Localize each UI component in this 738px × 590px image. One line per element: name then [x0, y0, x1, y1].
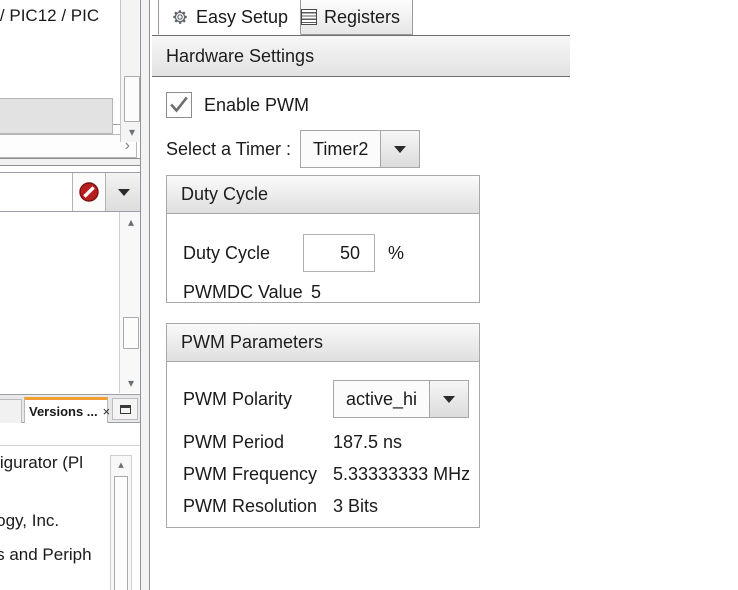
- resource-list-scrollbar[interactable]: ▴ ▾: [119, 212, 141, 393]
- triangle-down-icon: [443, 396, 455, 403]
- enable-pwm-label: Enable PWM: [204, 95, 309, 116]
- pwm-period-value: 187.5 ns: [333, 432, 402, 453]
- tab-versions[interactable]: Versions ... ×: [24, 397, 108, 423]
- device-pane-footer: ›: [0, 134, 137, 158]
- pwm-polarity-dropdown-button[interactable]: [429, 380, 469, 418]
- triangle-down-icon: [394, 146, 406, 153]
- no-entry-icon[interactable]: [73, 173, 106, 211]
- chevron-up-icon[interactable]: ▴: [120, 212, 142, 232]
- toolbar-dropdown-button[interactable]: [106, 173, 142, 211]
- minimize-icon[interactable]: [112, 398, 138, 420]
- pwm-frequency-label: PWM Frequency: [183, 464, 333, 485]
- output-line: Configurator (Pl: [0, 453, 83, 473]
- app-screenshot: C10 / PIC12 / PIC › ▾ ▴: [0, 0, 738, 590]
- timer-value[interactable]: Timer2: [300, 130, 380, 168]
- pwm-resolution-row: PWM Resolution 3 Bits: [183, 496, 378, 517]
- chevron-down-icon[interactable]: ▾: [120, 373, 142, 393]
- output-scrollbar[interactable]: ▴: [110, 455, 132, 590]
- pwmdc-value-row: PWMDC Value 5: [183, 282, 321, 303]
- left-pane: C10 / PIC12 / PIC › ▾ ▴: [0, 0, 150, 590]
- tab-easy-setup[interactable]: Easy Setup: [158, 0, 301, 35]
- tab-registers[interactable]: Registers: [288, 0, 413, 35]
- pwm-parameters-group: PWM Parameters PWM Polarity active_hi PW…: [166, 323, 480, 528]
- timer-combobox[interactable]: Timer2: [300, 130, 420, 168]
- pwm-parameters-group-title: PWM Parameters: [167, 324, 479, 362]
- output-line: hnology, Inc.: [0, 511, 59, 531]
- tab-stub[interactable]: [0, 399, 22, 423]
- tab-easy-setup-label: Easy Setup: [196, 7, 288, 28]
- chevron-up-icon[interactable]: ▴: [111, 456, 131, 474]
- scrollbar-thumb[interactable]: [124, 76, 140, 122]
- minimize-glyph: [120, 405, 131, 414]
- close-icon[interactable]: ×: [103, 404, 111, 419]
- pwmdc-label: PWMDC Value: [183, 282, 311, 303]
- panel-tab-row: Easy Setup Registers: [152, 0, 570, 35]
- duty-cycle-row: Duty Cycle 50 %: [183, 234, 404, 272]
- tab-registers-label: Registers: [324, 7, 400, 28]
- pwm-frequency-row: PWM Frequency 5.33333333 MHz: [183, 464, 470, 485]
- duty-cycle-unit: %: [388, 243, 404, 264]
- output-line: ollers and Periph: [0, 545, 92, 565]
- hardware-settings-header: Hardware Settings: [152, 35, 570, 77]
- resource-list-pane[interactable]: ▴ ▾: [0, 212, 142, 395]
- versions-output-pane[interactable]: Configurator (Pl hnology, Inc. ollers an…: [0, 423, 142, 590]
- pwm-resolution-value: 3 Bits: [333, 496, 378, 517]
- device-list-selected-row[interactable]: [0, 98, 113, 134]
- outer-scroll-rail[interactable]: [140, 0, 150, 590]
- triangle-down-icon: [118, 189, 130, 196]
- registers-icon: [301, 9, 317, 25]
- duty-cycle-input[interactable]: 50: [303, 234, 375, 272]
- pwm-polarity-label: PWM Polarity: [183, 389, 333, 410]
- enable-pwm-row[interactable]: Enable PWM: [166, 92, 309, 118]
- hardware-settings-title: Hardware Settings: [166, 46, 314, 67]
- pwm-polarity-row: PWM Polarity active_hi: [183, 380, 469, 418]
- bottom-tab-strip: Versions ... ×: [0, 395, 150, 423]
- easy-setup-panel: Easy Setup Registers Hardware Settings E…: [152, 0, 570, 590]
- scrollbar-thumb[interactable]: [114, 476, 128, 590]
- select-timer-row: Select a Timer : Timer2: [166, 130, 420, 168]
- output-separator: [0, 445, 142, 446]
- pwm-frequency-value: 5.33333333 MHz: [333, 464, 470, 485]
- select-timer-label: Select a Timer :: [166, 139, 291, 160]
- duty-cycle-label: Duty Cycle: [183, 243, 303, 264]
- duty-cycle-group: Duty Cycle Duty Cycle 50 % PWMDC Value 5: [166, 175, 480, 303]
- pwm-period-row: PWM Period 187.5 ns: [183, 432, 402, 453]
- checkmark-icon: [169, 95, 189, 115]
- pwm-polarity-combobox[interactable]: active_hi: [333, 380, 469, 418]
- device-family-text: C10 / PIC12 / PIC: [0, 6, 99, 26]
- pwm-polarity-value[interactable]: active_hi: [333, 380, 429, 418]
- toolbar-blank-cell: [0, 173, 73, 211]
- resource-toolbar: [0, 172, 142, 212]
- pane-divider: [0, 158, 150, 166]
- pwm-period-label: PWM Period: [183, 432, 333, 453]
- tab-versions-label: Versions ...: [29, 404, 98, 419]
- scrollbar-thumb[interactable]: [123, 317, 139, 349]
- gear-icon: [171, 8, 189, 26]
- timer-dropdown-button[interactable]: [380, 130, 420, 168]
- enable-pwm-checkbox[interactable]: [166, 92, 192, 118]
- pwm-resolution-label: PWM Resolution: [183, 496, 333, 517]
- device-pane-scrollbar[interactable]: ▾: [120, 0, 142, 142]
- duty-cycle-group-title: Duty Cycle: [167, 176, 479, 214]
- pwmdc-value: 5: [311, 282, 321, 303]
